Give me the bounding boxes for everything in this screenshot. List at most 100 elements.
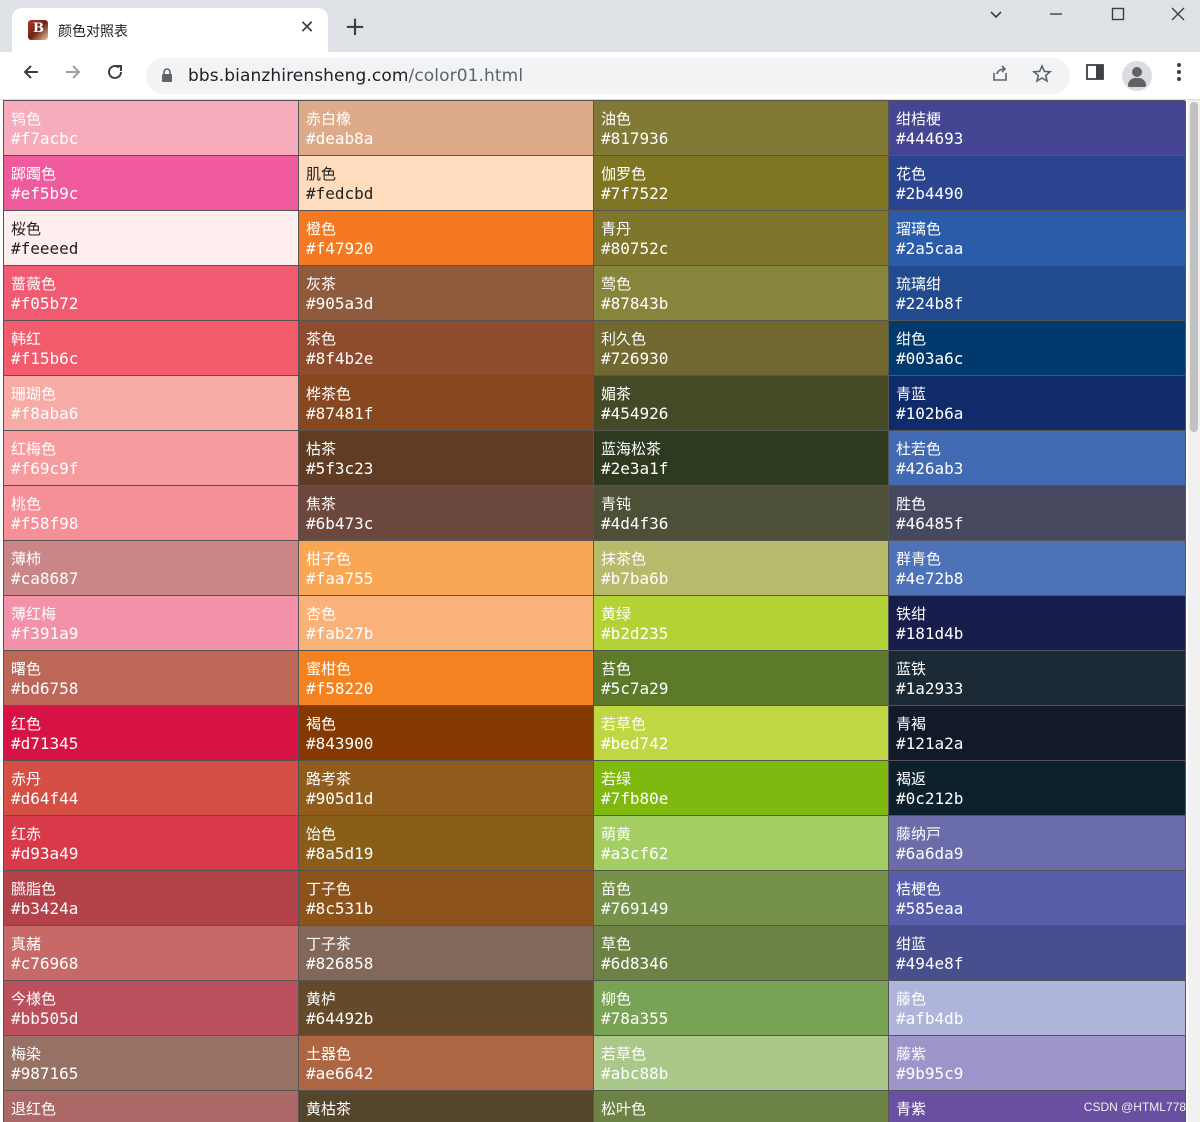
color-cell: 藤色 #afb4db bbox=[889, 981, 1186, 1036]
side-panel-icon[interactable] bbox=[1081, 62, 1109, 90]
color-hex: #bb505d bbox=[11, 1009, 79, 1028]
color-name: 赤白橡 bbox=[306, 110, 352, 128]
menu-kebab-icon[interactable] bbox=[1165, 62, 1193, 90]
color-hex: #826858 bbox=[306, 954, 374, 973]
url-text[interactable]: bbs.bianzhirensheng.com/color01.html bbox=[188, 66, 523, 86]
forward-icon[interactable] bbox=[59, 62, 87, 90]
color-cell: 藤紫 #9b95c9 bbox=[889, 1036, 1186, 1091]
color-hex: #843900 bbox=[306, 734, 374, 753]
color-cell: 赤丹 #d64f44 bbox=[4, 761, 299, 816]
color-hex: #f391a9 bbox=[11, 624, 79, 643]
color-name: 萌黄 bbox=[601, 825, 632, 843]
color-hex: #4d4f36 bbox=[601, 514, 669, 533]
new-tab-icon[interactable]: + bbox=[342, 14, 368, 41]
color-hex: #2e3a1f bbox=[601, 459, 669, 478]
maximize-icon[interactable] bbox=[1103, 4, 1133, 28]
color-hex: #8f4b2e bbox=[306, 349, 374, 368]
color-name: 绀桔梗 bbox=[896, 110, 942, 128]
color-name: 莺色 bbox=[601, 275, 632, 293]
color-cell: 梅染 #987165 bbox=[4, 1036, 299, 1091]
color-name: 梅染 bbox=[11, 1045, 42, 1063]
url-path: /color01.html bbox=[408, 66, 524, 86]
browser-tab[interactable]: 颜色对照表 ✕ bbox=[12, 8, 328, 52]
scrollbar-thumb[interactable] bbox=[1190, 102, 1198, 432]
color-cell: 杏色 #fab27b bbox=[299, 596, 594, 651]
color-name: 琉璃绀 bbox=[896, 275, 942, 293]
tab-search-chevron-icon[interactable] bbox=[981, 4, 1011, 28]
color-cell: 抹茶色 #b7ba6b bbox=[594, 541, 889, 596]
color-name: 瑠璃色 bbox=[896, 220, 942, 238]
color-name: 灰茶 bbox=[306, 275, 337, 293]
color-name: 韩红 bbox=[11, 330, 42, 348]
color-hex: #6d8346 bbox=[601, 954, 669, 973]
color-cell: 踯躅色 #ef5b9c bbox=[4, 156, 299, 211]
color-name: 黄枯茶 bbox=[306, 1100, 352, 1118]
color-hex: #7f7522 bbox=[601, 184, 669, 203]
color-cell: 褐返 #0c212b bbox=[889, 761, 1186, 816]
back-icon[interactable] bbox=[17, 62, 45, 90]
color-cell: 松叶色#6d8346 bbox=[594, 1091, 889, 1122]
color-hex: #1a2933 bbox=[896, 679, 964, 698]
close-tab-icon[interactable]: ✕ bbox=[296, 17, 318, 39]
color-cell: 茶色 #8f4b2e bbox=[299, 321, 594, 376]
color-name: 土器色 bbox=[306, 1045, 352, 1063]
color-hex: #feeeed bbox=[11, 239, 79, 258]
color-name: 草色 bbox=[601, 935, 632, 953]
color-hex: #ca8687 bbox=[11, 569, 79, 588]
color-table: 鸨色 #f7acbc 赤白橡 #deab8a 油色 #817936 绀桔梗 #444693 踯躅… bbox=[3, 100, 1186, 1122]
bookmark-star-icon[interactable] bbox=[1030, 64, 1054, 88]
color-name: 媚茶 bbox=[601, 385, 632, 403]
color-hex: #faa755 bbox=[306, 569, 374, 588]
color-hex: #80752c bbox=[601, 239, 669, 258]
color-name: 茶色 bbox=[306, 330, 337, 348]
color-hex: #6a6da9 bbox=[896, 844, 964, 863]
color-cell: 铁绀 #181d4b bbox=[889, 596, 1186, 651]
color-cell: 苗色 #769149 bbox=[594, 871, 889, 926]
color-hex: #fedcbd bbox=[306, 184, 374, 203]
color-name: 绀色 bbox=[896, 330, 927, 348]
color-hex: #003a6c bbox=[896, 349, 964, 368]
color-name: 蓝海松茶 bbox=[601, 440, 662, 458]
share-icon[interactable] bbox=[988, 64, 1012, 88]
vertical-scrollbar[interactable] bbox=[1188, 100, 1200, 1122]
color-hex: #494e8f bbox=[896, 954, 964, 973]
color-name: 桔梗色 bbox=[896, 880, 942, 898]
color-cell: 伽罗色 #7f7522 bbox=[594, 156, 889, 211]
color-name: 黄栌 bbox=[306, 990, 337, 1008]
color-name: 踯躅色 bbox=[11, 165, 57, 183]
color-hex: #817936 bbox=[601, 129, 669, 148]
color-cell: 褐色 #843900 bbox=[299, 706, 594, 761]
color-hex: #d64f44 bbox=[11, 789, 79, 808]
address-bar[interactable]: bbs.bianzhirensheng.com/color01.html bbox=[146, 58, 1070, 94]
color-hex: #987165 bbox=[11, 1064, 79, 1083]
color-hex: #64492b bbox=[306, 1009, 374, 1028]
profile-avatar-icon[interactable] bbox=[1122, 61, 1152, 91]
color-cell: 青丹 #80752c bbox=[594, 211, 889, 266]
color-name: 蔷薇色 bbox=[11, 275, 57, 293]
color-cell: 肌色 #fedcbd bbox=[299, 156, 594, 211]
color-name: 松叶色 bbox=[601, 1100, 647, 1118]
color-cell: 杜若色 #426ab3 bbox=[889, 431, 1186, 486]
color-name: 青褐 bbox=[896, 715, 927, 733]
reload-icon[interactable] bbox=[101, 62, 129, 90]
color-cell: 花色 #2b4490 bbox=[889, 156, 1186, 211]
color-hex: #c76968 bbox=[11, 954, 79, 973]
color-hex: #fab27b bbox=[306, 624, 374, 643]
lock-icon[interactable] bbox=[161, 68, 173, 82]
color-cell: 蜜柑色 #f58220 bbox=[299, 651, 594, 706]
color-cell: 黄枯茶#56452d bbox=[299, 1091, 594, 1122]
color-hex: #ae6642 bbox=[306, 1064, 374, 1083]
color-hex: #f58220 bbox=[306, 679, 374, 698]
color-hex: #585eaa bbox=[896, 899, 964, 918]
color-cell: 若绿 #7fb80e bbox=[594, 761, 889, 816]
color-hex: #87481f bbox=[306, 404, 374, 423]
color-hex: #bd6758 bbox=[11, 679, 79, 698]
color-name: 藤纳戸 bbox=[896, 825, 942, 843]
minimize-icon[interactable] bbox=[1041, 4, 1071, 28]
color-hex: #2b4490 bbox=[896, 184, 964, 203]
window-close-icon[interactable] bbox=[1163, 4, 1193, 28]
color-hex: #f69c9f bbox=[11, 459, 79, 478]
color-hex: #f05b72 bbox=[11, 294, 79, 313]
color-name: 薄柿 bbox=[11, 550, 42, 568]
color-name: 桜色 bbox=[11, 220, 42, 238]
